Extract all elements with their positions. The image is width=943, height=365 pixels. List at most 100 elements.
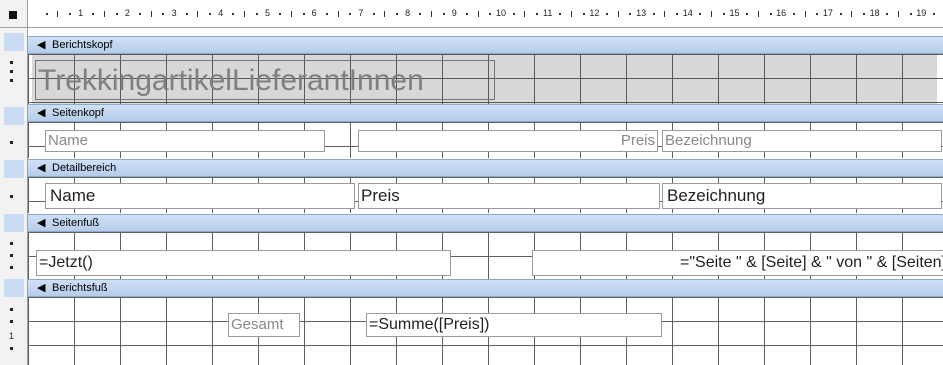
section-seitenfuss[interactable]: =Jetzt() ="Seite " & [Seite] & " von " &… <box>28 232 943 279</box>
ruler-tick <box>372 13 375 15</box>
section-marker-seitenfuss <box>4 214 24 232</box>
ruler-number: 9 <box>451 8 457 18</box>
section-marker-berichtskopf <box>4 33 24 51</box>
section-berichtskopf[interactable]: TrekkingartikelLieferantInnen <box>28 54 943 104</box>
vruler-dot <box>10 141 13 144</box>
section-header-berichtsfuss[interactable]: ◀ Berichtsfuß <box>28 279 943 297</box>
section-label: Berichtskopf <box>52 39 113 51</box>
ruler-tick <box>676 13 679 15</box>
vruler-dot <box>10 320 13 323</box>
date-field[interactable]: =Jetzt() <box>36 250 451 276</box>
ruler-tick <box>325 13 328 15</box>
section-marker-detailbereich <box>4 160 24 178</box>
ruler-number: 17 <box>822 8 833 18</box>
ruler-tick <box>862 13 865 15</box>
ruler-number: 6 <box>311 8 317 18</box>
section-label: Seitenkopf <box>52 107 104 119</box>
ruler-corner[interactable] <box>0 0 28 28</box>
ruler-tick <box>279 13 282 15</box>
section-marker-berichtsfuss <box>4 279 24 297</box>
section-label: Berichtsfuß <box>52 282 108 294</box>
gesamt-label[interactable]: Gesamt <box>228 313 300 337</box>
ruler-number: 19 <box>916 8 927 18</box>
section-marker-seitenkopf <box>4 107 24 125</box>
horizontal-ruler[interactable]: 1 2 3 4 5 6 7 8 9 10 11 12 13 14 15 16 17 18 19 <box>28 0 943 28</box>
ruler-tick <box>349 13 352 15</box>
bezeichnung-label[interactable]: Bezeichnung <box>662 130 942 152</box>
ruler-tick <box>244 11 246 17</box>
ruler-tick <box>185 13 188 15</box>
vruler-dot <box>10 79 13 82</box>
vruler-label-1: 1 <box>9 331 15 341</box>
ruler-tick <box>629 13 632 15</box>
report-title-label[interactable]: TrekkingartikelLieferantInnen <box>35 60 495 100</box>
ruler-tick <box>57 11 59 17</box>
ruler-tick <box>757 11 759 17</box>
ruler-tick <box>839 13 842 15</box>
ruler-tick <box>430 11 432 17</box>
ruler-tick <box>524 11 526 17</box>
ruler-tick <box>886 13 889 15</box>
ruler-tick <box>559 13 562 15</box>
ruler-tick <box>162 13 165 15</box>
section-seitenkopf[interactable]: Name Preis Bezeichnung <box>28 122 943 158</box>
section-detailbereich[interactable]: Name Preis Bezeichnung <box>28 177 943 213</box>
ruler-tick <box>197 11 199 17</box>
ruler-tick <box>302 13 305 15</box>
section-berichtsfuss[interactable]: Gesamt =Summe([Preis]) <box>28 297 943 365</box>
ruler-tick <box>150 11 152 17</box>
ruler-tick <box>582 13 585 15</box>
select-report-icon[interactable] <box>9 11 17 19</box>
ruler-tick <box>699 13 702 15</box>
vertical-ruler[interactable]: 1 <box>0 28 28 365</box>
ruler-tick <box>932 13 935 15</box>
ruler-tick <box>209 13 212 15</box>
preis-label[interactable]: Preis <box>358 130 658 152</box>
section-header-detailbereich[interactable]: ◀ Detailbereich <box>28 159 943 177</box>
ruler-tick <box>804 11 806 17</box>
ruler-tick <box>897 11 899 17</box>
vruler-dot <box>10 195 13 198</box>
vruler-dot <box>10 347 13 350</box>
section-header-berichtskopf[interactable]: ◀ Berichtskopf <box>28 36 943 54</box>
section-arrow-icon: ◀ <box>37 282 46 294</box>
preis-field[interactable]: Preis <box>358 183 660 209</box>
vruler-dot <box>10 70 13 73</box>
page-number-field[interactable]: ="Seite " & [Seite] & " von " & [Seiten] <box>532 250 943 276</box>
ruler-number: 8 <box>405 8 411 18</box>
bezeichnung-field[interactable]: Bezeichnung <box>662 183 942 209</box>
ruler-tick <box>232 13 235 15</box>
section-label: Detailbereich <box>52 162 117 174</box>
ruler-tick <box>664 11 666 17</box>
ruler-number: 16 <box>776 8 787 18</box>
section-header-seitenfuss[interactable]: ◀ Seitenfuß <box>28 214 943 232</box>
ruler-number: 14 <box>682 8 693 18</box>
section-arrow-icon: ◀ <box>37 107 46 119</box>
ruler-tick <box>851 11 853 17</box>
ruler-tick <box>337 11 339 17</box>
section-header-seitenkopf[interactable]: ◀ Seitenkopf <box>28 104 943 122</box>
ruler-tick <box>746 13 749 15</box>
section-arrow-icon: ◀ <box>37 39 46 51</box>
ruler-tick <box>722 13 725 15</box>
ruler-tick <box>290 11 292 17</box>
vruler-dot <box>10 266 13 269</box>
vruler-dot <box>10 254 13 257</box>
ruler-tick <box>115 13 118 15</box>
ruler-number: 10 <box>495 8 507 18</box>
summe-field[interactable]: =Summe([Preis]) <box>366 313 662 337</box>
name-field[interactable]: Name <box>45 183 355 209</box>
ruler-tick <box>395 13 398 15</box>
ruler-tick <box>489 13 492 15</box>
ruler-number: 2 <box>124 8 130 18</box>
ruler-number: 12 <box>589 8 600 18</box>
ruler-tick <box>792 13 795 15</box>
ruler-tick <box>711 11 713 17</box>
ruler-number: 1 <box>78 8 84 18</box>
ruler-tick <box>536 13 539 15</box>
ruler-number: 3 <box>171 8 177 18</box>
name-label[interactable]: Name <box>45 130 325 152</box>
ruler-tick <box>255 13 258 15</box>
vruler-dot <box>10 242 13 245</box>
section-arrow-icon: ◀ <box>37 162 46 174</box>
